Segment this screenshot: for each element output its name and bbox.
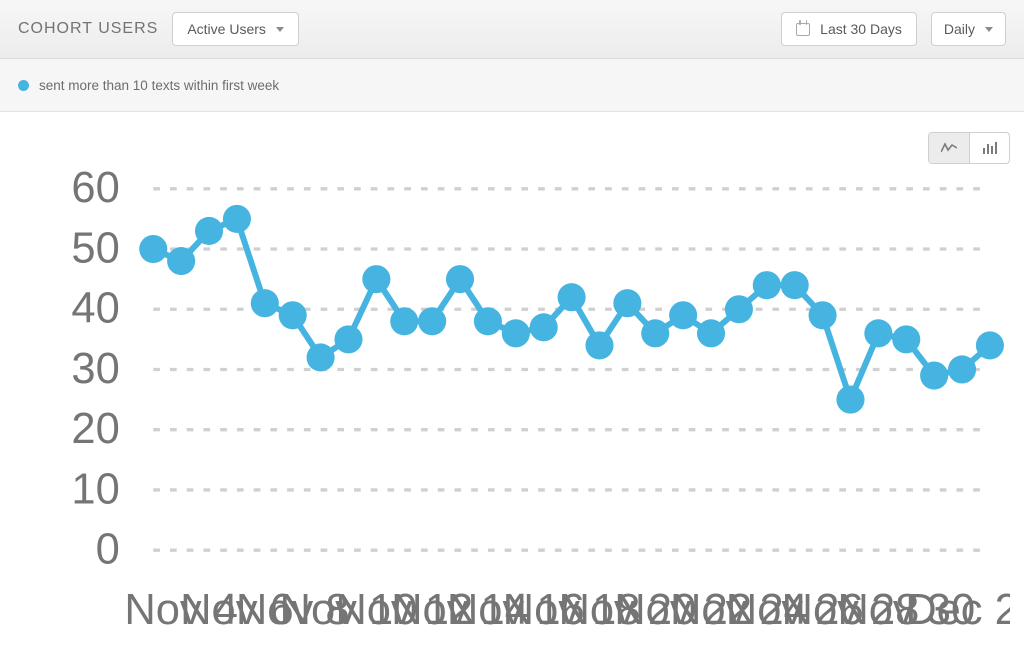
data-point: [641, 319, 669, 347]
bar-chart-icon: [983, 142, 997, 154]
date-range-label: Last 30 Days: [820, 21, 902, 37]
data-point: [836, 386, 864, 414]
bar-chart-toggle[interactable]: [969, 133, 1009, 163]
granularity-label: Daily: [944, 21, 975, 37]
data-point: [474, 307, 502, 335]
data-point: [809, 301, 837, 329]
metric-dropdown-label: Active Users: [187, 21, 266, 37]
y-tick-label: 40: [71, 285, 119, 333]
data-point: [390, 307, 418, 335]
data-point: [558, 283, 586, 311]
data-point: [948, 355, 976, 383]
data-point: [613, 289, 641, 317]
chevron-down-icon: [985, 27, 993, 32]
line-chart-toggle[interactable]: [929, 133, 969, 163]
data-point: [223, 205, 251, 233]
chart-panel: 0102030405060Nov 4Nov 6Nov 8Nov 10Nov 12…: [0, 112, 1024, 637]
y-tick-label: 20: [71, 405, 119, 453]
data-point: [139, 235, 167, 263]
calendar-icon: [796, 23, 810, 36]
y-tick-label: 0: [96, 526, 120, 574]
data-point: [920, 361, 948, 389]
data-point: [502, 319, 530, 347]
data-point: [976, 331, 1004, 359]
data-point: [362, 265, 390, 293]
y-tick-label: 60: [71, 164, 119, 212]
x-tick-label: Dec 2: [905, 586, 1010, 634]
line-chart-icon: [941, 142, 957, 154]
data-point: [251, 289, 279, 317]
legend-bar: sent more than 10 texts within first wee…: [0, 59, 1024, 112]
data-point: [167, 247, 195, 275]
data-point: [334, 325, 362, 353]
chevron-down-icon: [276, 27, 284, 32]
data-point: [307, 343, 335, 371]
line-chart: 0102030405060Nov 4Nov 6Nov 8Nov 10Nov 12…: [6, 162, 1010, 664]
legend-label: sent more than 10 texts within first wee…: [39, 78, 279, 93]
metric-dropdown[interactable]: Active Users: [172, 12, 299, 46]
data-point: [418, 307, 446, 335]
y-tick-label: 30: [71, 345, 119, 393]
page-title: COHORT USERS: [18, 20, 158, 38]
data-point: [892, 325, 920, 353]
data-point: [585, 331, 613, 359]
header-bar: COHORT USERS Active Users Last 30 Days D…: [0, 0, 1024, 59]
y-tick-label: 50: [71, 224, 119, 272]
data-point: [864, 319, 892, 347]
data-point: [725, 295, 753, 323]
data-point: [195, 217, 223, 245]
data-point: [669, 301, 697, 329]
data-point: [753, 271, 781, 299]
y-tick-label: 10: [71, 465, 119, 513]
granularity-dropdown[interactable]: Daily: [931, 12, 1006, 46]
data-point: [279, 301, 307, 329]
date-range-dropdown[interactable]: Last 30 Days: [781, 12, 917, 46]
data-point: [530, 313, 558, 341]
data-point: [781, 271, 809, 299]
data-point: [697, 319, 725, 347]
legend-dot: [18, 80, 29, 91]
chart-type-toggle: [928, 132, 1010, 164]
data-point: [446, 265, 474, 293]
